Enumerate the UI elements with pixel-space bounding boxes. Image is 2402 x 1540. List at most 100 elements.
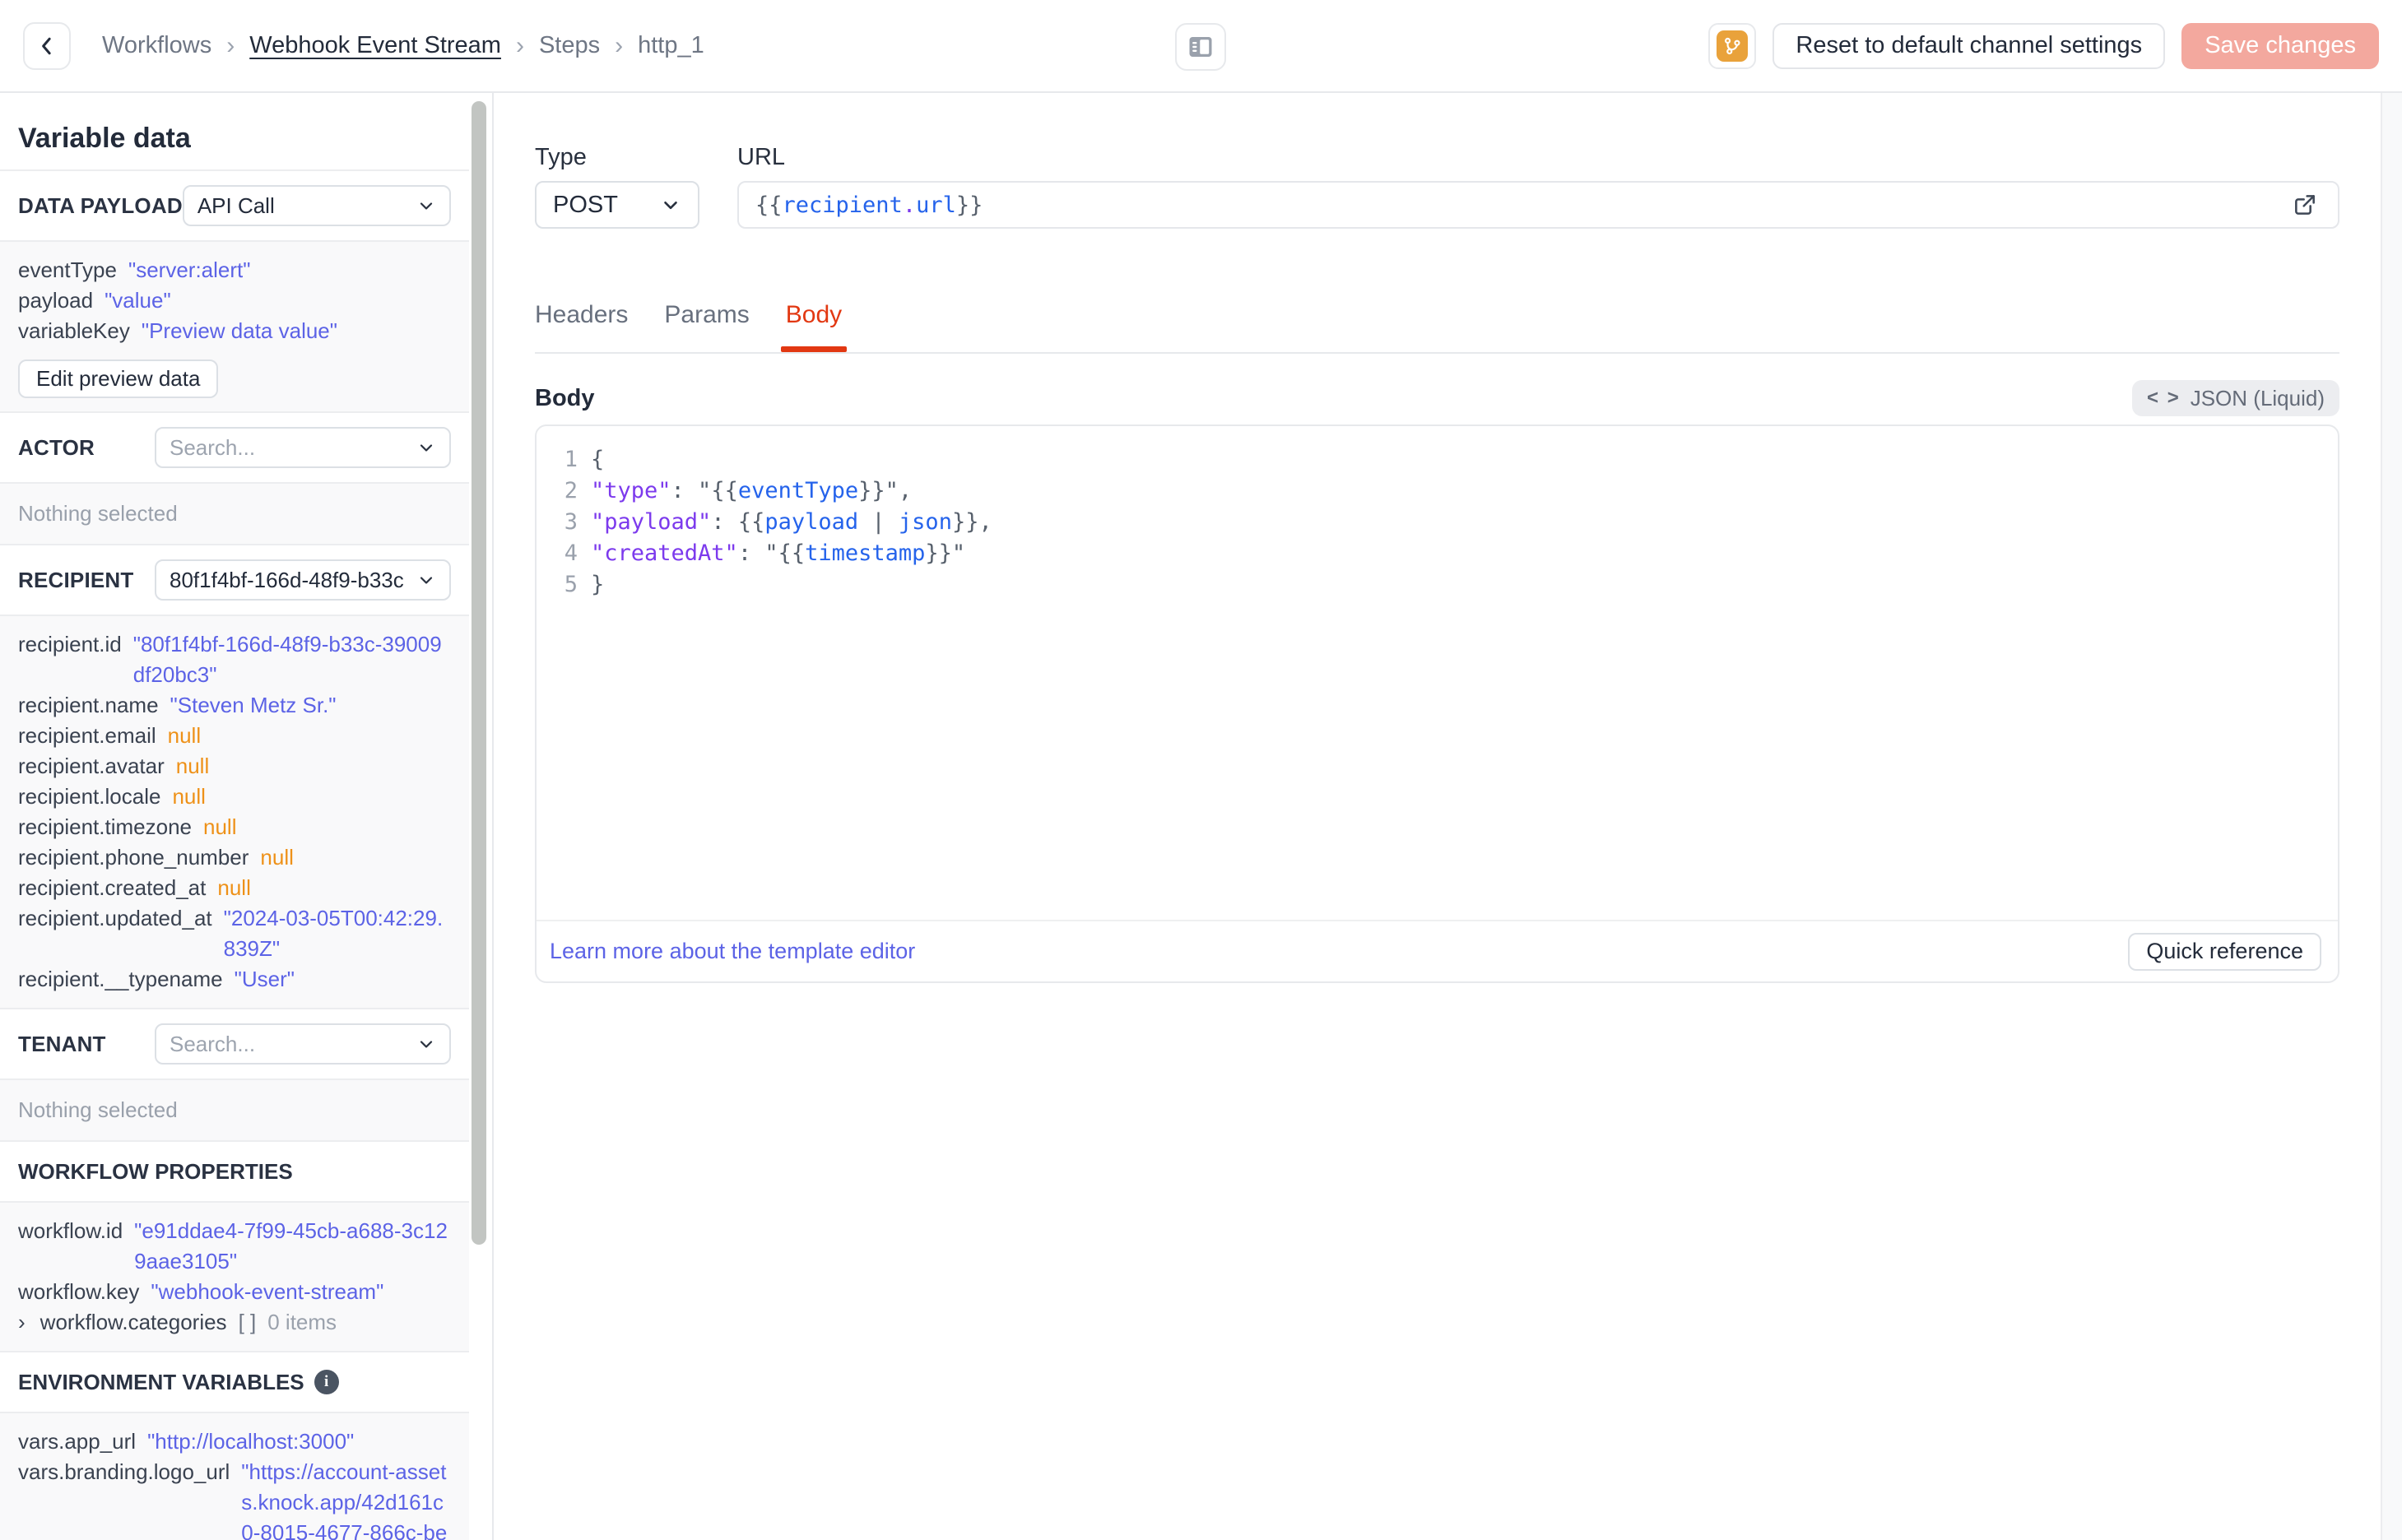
sidebar-scroll-content: Variable data DATA PAYLOAD API Call even… [0, 93, 469, 1540]
property-key: recipient.locale [18, 784, 161, 809]
data-payload-label: DATA PAYLOAD [18, 192, 183, 218]
breadcrumb-separator: › [615, 31, 624, 59]
property-key: recipient.__typename [18, 967, 223, 991]
property-value: "server:alert" [128, 257, 251, 282]
property-key: recipient.timezone [18, 814, 192, 839]
url-value: {{recipient.url}} [755, 192, 983, 218]
breadcrumb-separator: › [226, 31, 235, 59]
breadcrumb-workflows[interactable]: Workflows [102, 32, 211, 59]
property-row: vars.branding.logo_url "https://account-a… [18, 1457, 451, 1540]
property-value: null [203, 814, 237, 839]
chevron-down-icon [416, 196, 436, 216]
property-key: recipient.phone_number [18, 845, 249, 870]
property-value: "User" [234, 967, 295, 991]
property-key: workflow.key [18, 1279, 140, 1304]
search-placeholder: Search... [170, 434, 256, 460]
edit-preview-data-button[interactable]: Edit preview data [18, 359, 219, 398]
variable-data-sidebar: Variable data DATA PAYLOAD API Call even… [0, 93, 494, 1540]
workflow-properties-label: WORKFLOW PROPERTIES [18, 1158, 293, 1184]
commit-changes-button[interactable] [1708, 22, 1757, 69]
property-key: recipient.avatar [18, 754, 165, 778]
code-line: 1 { [556, 444, 2318, 475]
property-value: "2024-03-05T00:42:29.839Z" [223, 906, 444, 961]
language-badge: < > JSON (Liquid) [2132, 380, 2339, 416]
property-key: recipient.updated_at [18, 906, 212, 930]
tab-params[interactable]: Params [664, 301, 749, 352]
panel-layout-icon [1186, 32, 1215, 62]
url-input[interactable]: {{recipient.url}} [737, 181, 2339, 229]
request-editor: Type POST URL {{recipient.url}} Headers … [494, 93, 2402, 983]
save-changes-button[interactable]: Save changes [2181, 22, 2379, 69]
environment-variables-label: ENVIRONMENT VARIABLES [18, 1369, 304, 1394]
property-row: recipient.email null [18, 721, 451, 751]
external-link-icon[interactable] [2288, 188, 2321, 221]
type-label: Type [535, 144, 587, 170]
code-line: 4 "createdAt": "{{timestamp}}" [556, 538, 2318, 569]
property-key: vars.branding.logo_url [18, 1459, 230, 1484]
data-payload-row: DATA PAYLOAD API Call [0, 171, 469, 240]
actor-select[interactable]: Search... [155, 427, 451, 468]
actor-label: ACTOR [18, 434, 95, 460]
reset-channel-settings-button[interactable]: Reset to default channel settings [1772, 22, 2166, 69]
quick-reference-button[interactable]: Quick reference [2128, 932, 2321, 971]
property-value: "Preview data value" [141, 318, 337, 343]
editor-footer: Learn more about the template editor Qui… [537, 920, 2338, 981]
tab-headers[interactable]: Headers [535, 301, 628, 352]
code-editor[interactable]: 1 { 2 "type": "{{eventType}}", 3 "payloa… [537, 426, 2338, 920]
property-key: payload [18, 288, 94, 313]
breadcrumb-step-name: http_1 [638, 32, 704, 58]
template-editor-docs-link[interactable]: Learn more about the template editor [550, 939, 915, 964]
property-key: recipient.name [18, 693, 159, 717]
breadcrumb-separator: › [515, 31, 524, 59]
breadcrumb-workflow-name[interactable]: Webhook Event Stream [249, 32, 501, 59]
info-icon[interactable]: i [314, 1370, 339, 1394]
body-section-title: Body [535, 384, 595, 411]
property-key: variableKey [18, 318, 130, 343]
recipient-properties-block: recipient.id "80f1f4bf-166d-48f9-b33c-390… [0, 615, 469, 1009]
chevron-down-icon [416, 570, 436, 590]
data-payload-select[interactable]: API Call [182, 185, 451, 226]
http-method-select[interactable]: POST [535, 181, 699, 229]
breadcrumb-steps[interactable]: Steps [539, 32, 600, 59]
property-row: recipient.__typename "User" [18, 964, 451, 995]
main-scrollbar-gutter[interactable] [2381, 93, 2402, 1540]
property-value: "value" [105, 288, 171, 313]
property-value: null [217, 875, 251, 900]
code-text: } [591, 572, 605, 597]
recipient-select[interactable]: 80f1f4bf-166d-48f9-b33c [155, 559, 451, 601]
property-value: "webhook-event-stream" [151, 1279, 384, 1304]
nothing-selected-text: Nothing selected [18, 1097, 178, 1122]
workflow-properties-header: WORKFLOW PROPERTIES [0, 1142, 469, 1201]
property-value: null [175, 754, 210, 778]
sidebar-scrollbar-thumb[interactable] [472, 101, 486, 1245]
back-button[interactable] [23, 21, 71, 70]
content-area: Variable data DATA PAYLOAD API Call even… [0, 93, 2402, 1540]
property-key: vars.app_url [18, 1429, 137, 1454]
actor-empty-state: Nothing selected [0, 482, 469, 545]
chevron-down-icon [660, 194, 681, 216]
empty-array-bracket: [ ] [238, 1310, 257, 1334]
tenant-row: TENANT Search... [0, 1009, 469, 1078]
property-row: payload "value" [18, 285, 451, 316]
property-value: "e91ddae4-7f99-45cb-a688-3c129aae3105" [134, 1218, 448, 1273]
property-value: "80f1f4bf-166d-48f9-b33c-39009df20bc3" [132, 632, 442, 687]
type-field: Type POST [535, 144, 699, 229]
code-text: { [591, 447, 605, 472]
selected-value: API Call [197, 192, 275, 218]
property-row: recipient.updated_at "2024-03-05T00:42:29… [18, 903, 451, 964]
tenant-label: TENANT [18, 1031, 106, 1056]
preview-data-block: eventType "server:alert" payload "value"… [0, 240, 469, 413]
sidebar-toggle-button[interactable] [1175, 23, 1226, 71]
property-value: null [167, 723, 202, 748]
actor-row: ACTOR Search... [0, 413, 469, 482]
line-number: 2 [564, 478, 578, 503]
top-bar: Workflows › Webhook Event Stream › Steps… [0, 0, 2402, 93]
property-row: workflow.key "webhook-event-stream" [18, 1277, 451, 1307]
code-line: 2 "type": "{{eventType}}", [556, 475, 2318, 507]
tab-body[interactable]: Body [780, 301, 848, 352]
tenant-select[interactable]: Search... [155, 1023, 451, 1065]
property-row: recipient.phone_number null [18, 842, 451, 873]
property-row: workflow.id "e91ddae4-7f99-45cb-a688-3c12… [18, 1216, 451, 1277]
chevron-right-icon: › [18, 1310, 26, 1334]
workflow-categories-expander[interactable]: › workflow.categories [ ] 0 items [18, 1307, 451, 1338]
